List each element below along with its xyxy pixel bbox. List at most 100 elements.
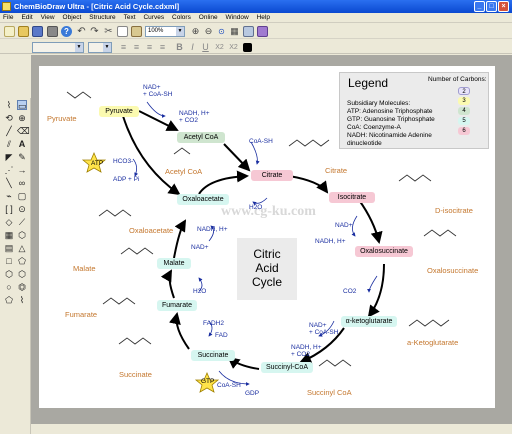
cyclopentadiene-icon[interactable]: ⬠ (4, 295, 14, 305)
pen-icon[interactable]: ✎ (17, 152, 27, 162)
menu-edit[interactable]: Edit (18, 13, 35, 23)
node-pyruvate[interactable]: Pyruvate (99, 106, 139, 117)
rotate-icon[interactable]: ⟲ (4, 113, 14, 123)
label-oxaloacetate: Oxaloacetate (129, 226, 174, 235)
eraser-icon[interactable]: ⌫ (17, 126, 30, 136)
tlc-icon[interactable]: ▤ (4, 243, 14, 253)
structure-icon[interactable] (257, 26, 268, 37)
node-fumarate[interactable]: Fumarate (157, 300, 197, 311)
structure-succinylcoa (318, 359, 352, 367)
menu-curves[interactable]: Curves (140, 13, 167, 23)
bold-icon[interactable]: B (174, 42, 185, 53)
undo-icon[interactable]: ↶ (76, 26, 87, 37)
underline-icon[interactable]: U (200, 42, 211, 53)
double-bond-icon[interactable]: ⫽ (4, 139, 14, 149)
chain-icon[interactable]: ⌁ (4, 191, 14, 201)
drawing-canvas[interactable]: www.cg-ku.com Pyruvate Acetyl CoA Citrat… (39, 66, 495, 408)
cyclohexane-icon[interactable]: ⬡ (4, 269, 14, 279)
italic-icon[interactable]: I (187, 42, 198, 53)
node-a-ketoglutarate[interactable]: α-ketoglutarate (341, 316, 397, 327)
size-select[interactable]: ▼ (88, 42, 112, 53)
benzene-icon[interactable]: ⏣ (17, 282, 27, 292)
zoom-in-icon[interactable]: ⊕ (190, 26, 201, 37)
node-oxalosuccinate[interactable]: Oxalosuccinate (355, 246, 413, 257)
new-document-icon[interactable] (4, 26, 15, 37)
align-left-icon[interactable]: ≡ (118, 42, 129, 53)
open-folder-icon[interactable] (18, 26, 29, 37)
menu-structure[interactable]: Structure (86, 13, 118, 23)
hash-bond-icon[interactable]: ⋰ (4, 165, 14, 175)
structure-pyruvate (66, 91, 92, 99)
grid-icon[interactable]: ▦ (229, 26, 240, 37)
menu-file[interactable]: File (0, 13, 16, 23)
arrow-tool-icon[interactable]: → (17, 165, 27, 175)
menu-object[interactable]: Object (60, 13, 85, 23)
copy-icon[interactable] (117, 26, 128, 37)
print-icon[interactable] (47, 26, 58, 37)
redo-icon[interactable]: ↷ (89, 26, 100, 37)
menu-colors[interactable]: Colors (169, 13, 194, 23)
align-right-icon[interactable]: ≡ (144, 42, 155, 53)
zoom-out-icon[interactable]: ⊖ (203, 26, 214, 37)
gtp-label: GTP (201, 378, 215, 385)
symbol-icon[interactable]: ⊙ (17, 204, 27, 214)
node-acetyl-coa[interactable]: Acetyl CoA (177, 132, 225, 143)
fit-icon[interactable]: ⊙ (216, 26, 227, 37)
drawing-element-icon[interactable]: ▢ (17, 191, 27, 201)
maximize-button[interactable]: □ (486, 1, 497, 12)
chevron-down-icon: ▼ (176, 27, 184, 36)
bracket-icon[interactable]: [ ] (4, 204, 14, 214)
lasso-icon[interactable]: ⌇ (4, 100, 14, 110)
node-malate[interactable]: Malate (157, 258, 191, 269)
marquee-icon[interactable]: ▭ (17, 100, 27, 111)
bond-icon[interactable]: ╱ (4, 126, 14, 136)
menu-view[interactable]: View (38, 13, 58, 23)
orbital-icon[interactable]: ∞ (17, 178, 27, 188)
cyclobutane-icon[interactable]: □ (4, 256, 14, 266)
table-icon[interactable]: ▦ (4, 230, 14, 240)
node-succinyl-coa[interactable]: Succinyl-CoA (261, 362, 313, 373)
menu-text[interactable]: Text (121, 13, 139, 23)
cyclopropane-icon[interactable]: △ (17, 243, 27, 253)
chair-icon[interactable]: ⌇ (17, 295, 27, 305)
font-select[interactable]: ▼ (32, 42, 84, 53)
menu-help[interactable]: Help (254, 13, 273, 23)
cut-icon[interactable]: ✂ (103, 26, 114, 37)
structure-citrate (288, 139, 330, 147)
legend-gtp: GTP: Guanosine Triphosphate (347, 116, 435, 123)
justify-icon[interactable]: ≡ (157, 42, 168, 53)
subscript-icon[interactable]: X2 (214, 42, 225, 53)
acyclic-chain-icon[interactable]: ⟋ (17, 217, 27, 227)
zoom-select[interactable]: 100% ▼ (145, 26, 185, 37)
legend-atp: ATP: Adenosine Triphosphate (347, 108, 433, 115)
minimize-button[interactable]: _ (474, 1, 485, 12)
align-center-icon[interactable]: ≡ (131, 42, 142, 53)
chevron-down-icon: ▼ (75, 43, 83, 52)
save-icon[interactable] (32, 26, 43, 37)
bold-bond-icon[interactable]: ╲ (4, 178, 14, 188)
menu-online[interactable]: Online (196, 13, 221, 23)
color-swatch-icon[interactable] (243, 43, 252, 52)
templates-icon[interactable]: ⬡ (17, 230, 27, 240)
zoom-tool-icon[interactable]: ⊕ (17, 113, 27, 123)
cyclooctane-icon[interactable]: ○ (4, 282, 14, 292)
arrow-oxaloacetate-citrate (198, 170, 249, 195)
text-tool-icon[interactable]: A (17, 139, 27, 149)
node-citrate[interactable]: Citrate (251, 170, 293, 181)
paste-icon[interactable] (131, 26, 142, 37)
wedge-bond-icon[interactable]: ◤ (4, 152, 14, 162)
node-isocitrate[interactable]: Isocitrate (329, 192, 375, 203)
window-icon[interactable] (243, 26, 254, 37)
node-succinate[interactable]: Succinate (191, 350, 235, 361)
node-oxaloacetate[interactable]: Oxaloacetate (177, 194, 229, 205)
legend-carbon-3: 3 (458, 97, 470, 105)
cycloheptane-icon[interactable]: ⬡ (17, 269, 27, 279)
close-button[interactable]: × (498, 1, 509, 12)
query-icon[interactable]: ◇ (4, 217, 14, 227)
legend-coa: CoA: Coenzyme-A (347, 124, 401, 131)
cyclopentane-icon[interactable]: ⬠ (17, 256, 27, 266)
menu-window[interactable]: Window (223, 13, 252, 23)
standard-toolbar: ? ↶ ↷ ✂ 100% ▼ ⊕ ⊖ ⊙ ▦ (0, 24, 512, 39)
superscript-icon[interactable]: X2 (228, 42, 239, 53)
help-icon[interactable]: ? (61, 26, 72, 37)
